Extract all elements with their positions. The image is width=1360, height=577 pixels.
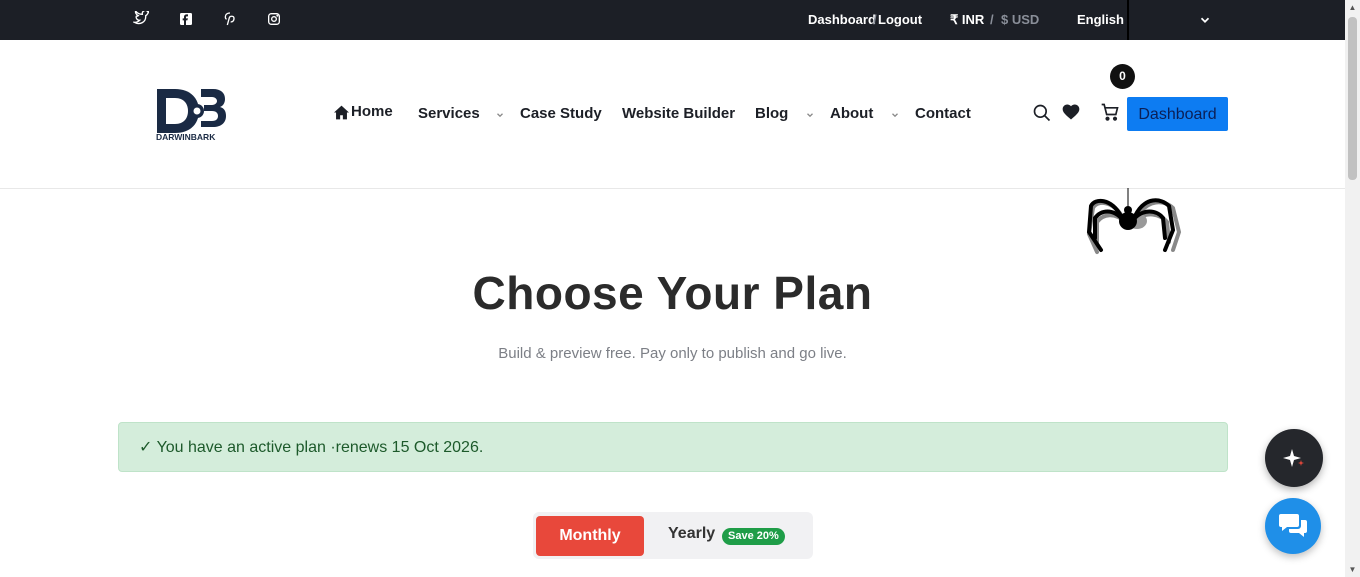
- search-icon[interactable]: [1032, 103, 1052, 123]
- scroll-down-arrow-icon[interactable]: ▼: [1348, 565, 1357, 574]
- scrollbar-thumb[interactable]: [1348, 17, 1357, 180]
- monthly-toggle-button[interactable]: Monthly: [536, 516, 644, 556]
- dashboard-link[interactable]: Dashboard: [808, 12, 876, 27]
- chevron-down-icon[interactable]: [805, 110, 815, 120]
- page-subtitle: Build & preview free. Pay only to publis…: [498, 345, 847, 362]
- scrollbar[interactable]: ▲ ▼: [1345, 0, 1360, 577]
- ai-assistant-button[interactable]: [1265, 429, 1323, 487]
- active-plan-alert: ✓ You have an active plan ·renews 15 Oct…: [118, 422, 1228, 472]
- twitter-icon[interactable]: [133, 11, 149, 27]
- chat-button[interactable]: [1265, 498, 1321, 554]
- nav-about[interactable]: About: [830, 105, 873, 122]
- scroll-up-arrow-icon[interactable]: ▲: [1348, 3, 1357, 12]
- top-bar: Dashboard / Logout ₹ INR / $ USD English: [0, 0, 1345, 40]
- spider-decoration-icon: [1086, 188, 1182, 254]
- site-header: DARWINBARK Home Services Case Study Webs…: [0, 40, 1345, 189]
- nav-case-study[interactable]: Case Study: [520, 105, 602, 122]
- instagram-icon[interactable]: [266, 11, 282, 27]
- page-title: Choose Your Plan: [472, 267, 873, 319]
- dashboard-button[interactable]: Dashboard: [1127, 97, 1228, 131]
- nav-contact[interactable]: Contact: [915, 105, 971, 122]
- nav-website-builder[interactable]: Website Builder: [622, 105, 735, 122]
- currency-inr[interactable]: ₹ INR: [950, 12, 984, 28]
- sparkle-icon: [1283, 449, 1304, 467]
- chevron-down-icon[interactable]: [495, 110, 505, 120]
- yearly-toggle-button[interactable]: Yearly: [668, 525, 715, 543]
- pinterest-icon[interactable]: [222, 11, 238, 27]
- cart-icon[interactable]: [1100, 102, 1120, 122]
- nav-blog[interactable]: Blog: [755, 105, 788, 122]
- currency-separator: /: [990, 12, 994, 27]
- separator: /: [873, 12, 877, 27]
- currency-usd[interactable]: $ USD: [1001, 12, 1039, 27]
- darwinbark-logo[interactable]: DARWINBARK: [155, 85, 229, 143]
- chevron-down-icon[interactable]: [1198, 13, 1212, 27]
- facebook-icon[interactable]: [178, 11, 194, 27]
- language-select[interactable]: English: [1077, 12, 1124, 27]
- nav-home[interactable]: Home: [351, 103, 393, 120]
- logout-link[interactable]: Logout: [878, 12, 922, 27]
- chevron-down-icon[interactable]: [890, 110, 900, 120]
- nav-services[interactable]: Services: [418, 105, 480, 122]
- save-badge: Save 20%: [722, 528, 785, 545]
- divider: [1127, 0, 1129, 40]
- billing-toggle: Monthly Yearly Save 20%: [533, 512, 813, 559]
- chat-bubbles-icon: [1279, 514, 1307, 537]
- cart-count-badge: 0: [1110, 64, 1135, 89]
- home-icon: [334, 105, 349, 120]
- logo-text: DARWINBARK: [156, 132, 216, 142]
- heart-icon[interactable]: [1061, 102, 1081, 122]
